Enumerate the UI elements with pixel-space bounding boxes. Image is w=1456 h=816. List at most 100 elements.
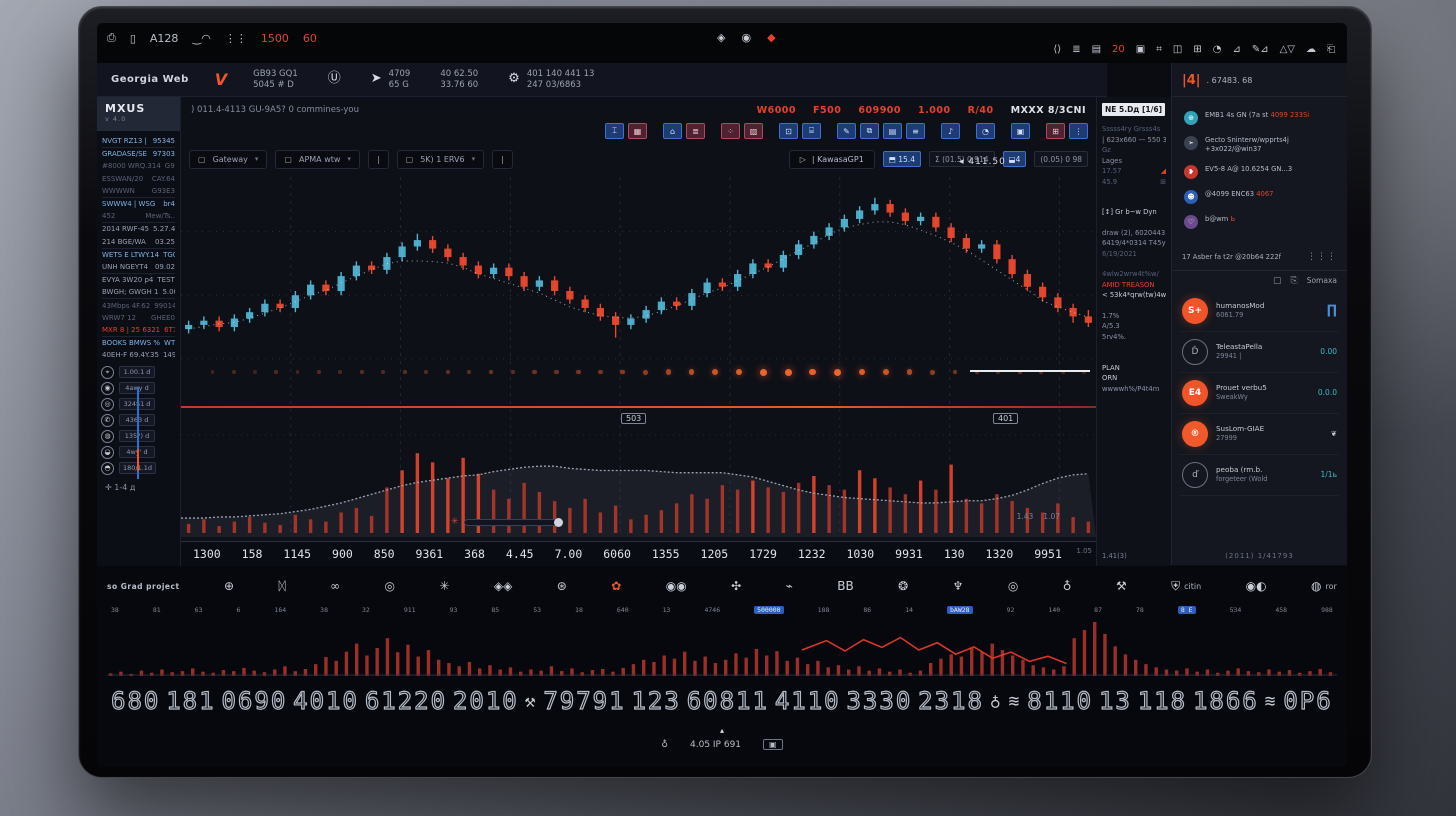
somaxa-label[interactable]: Somaxa bbox=[1307, 276, 1337, 285]
sidebar-scrollbar[interactable] bbox=[137, 387, 139, 479]
chart-dropdown[interactable]: ▢Gateway▾ bbox=[189, 150, 267, 169]
watchlist-row[interactable]: EVYA 3W20 p4TESTD bbox=[102, 273, 175, 286]
chart-tool-button[interactable]: ⧉ bbox=[860, 123, 879, 139]
status-right-icon[interactable]: ☁ bbox=[1306, 44, 1316, 55]
rune-icon[interactable]: ᛞ bbox=[278, 579, 285, 593]
double-badge-icon[interactable]: ◈◈ bbox=[494, 579, 512, 593]
time-axis[interactable]: 1300158114590085093613684.457.0060601355… bbox=[181, 541, 1096, 566]
status-right-icon[interactable]: △▽ bbox=[1280, 44, 1295, 55]
bb-icon[interactable]: BB bbox=[837, 579, 853, 593]
sun-icon[interactable]: ❂ bbox=[898, 579, 908, 593]
header-stat-icon[interactable]: ➤ bbox=[371, 71, 382, 87]
chart-tool-button[interactable]: ▨ bbox=[744, 123, 763, 139]
chart-tool-button[interactable]: ⁘ bbox=[721, 123, 740, 139]
status-right-icon[interactable]: ◔ bbox=[1213, 44, 1222, 55]
watchlist-row[interactable]: UNH NGEYT409.02 bbox=[102, 261, 175, 273]
chart-tool-button[interactable]: ✎ bbox=[837, 123, 856, 139]
chart-tool-button[interactable]: ⌶ bbox=[605, 123, 624, 139]
watchlist-row[interactable]: BWGH; GWGH 15.005 bbox=[102, 286, 175, 298]
holding-row[interactable]: ďpeoba (rm.b.forgeteer (Wold1/1ь bbox=[1180, 455, 1339, 496]
infinity-icon[interactable]: ∞ bbox=[330, 579, 340, 593]
watchlist-row[interactable]: #8000 WRQ.314G93E3 bbox=[102, 160, 175, 172]
hammer-icon[interactable]: ⚒ bbox=[1116, 579, 1127, 593]
globe-icon[interactable]: ♁ bbox=[661, 740, 668, 750]
flame-icon[interactable]: ✿ bbox=[611, 579, 621, 593]
watchlist-row[interactable]: BOOKS BMWS %WTEB bbox=[102, 336, 175, 349]
stack-icon[interactable]: ≋ bbox=[1009, 691, 1022, 712]
tick-chip[interactable]: 500000 bbox=[754, 606, 783, 614]
chart-dropdown[interactable]: | bbox=[492, 150, 513, 169]
chart-tool-button[interactable]: ≣ bbox=[686, 123, 705, 139]
status-right-icon[interactable]: ✎⊿ bbox=[1252, 44, 1269, 55]
watchlist-row[interactable]: 43Mbps 4F.6299014 bbox=[102, 298, 175, 311]
chart-tool-button[interactable]: ▤ bbox=[883, 123, 902, 139]
watchlist-row[interactable]: MXR 8 | 25 63216T140 bbox=[102, 324, 175, 336]
overview-chart[interactable] bbox=[107, 618, 1337, 676]
chart-tool-button[interactable]: ▦ bbox=[628, 123, 647, 139]
tool-icon[interactable]: ◎ bbox=[101, 398, 114, 411]
notification-item[interactable]: ♡b@wm Ь bbox=[1184, 215, 1339, 229]
status-right-icon[interactable]: ⊞ bbox=[1193, 44, 1201, 55]
scrubber-track[interactable] bbox=[464, 519, 560, 526]
chart-tool-button[interactable]: ◔ bbox=[976, 123, 995, 139]
notification-item[interactable]: ⊕EMB1 4s GN (7a st 4099 233Si bbox=[1184, 111, 1339, 125]
tool-icon[interactable]: ◍ bbox=[101, 430, 114, 443]
spark-icon[interactable]: ✣ bbox=[731, 579, 741, 593]
flower-icon[interactable]: ⊛ bbox=[557, 579, 567, 593]
tick-chip[interactable]: 8 E bbox=[1178, 606, 1196, 614]
timeline-scrubber[interactable]: ✳ bbox=[451, 517, 560, 527]
watchlist-row[interactable]: ESSWAN/20CAY.64 bbox=[102, 173, 175, 185]
settings-badge-icon[interactable]: ◉ bbox=[741, 31, 751, 44]
tool-icon[interactable]: ◉ bbox=[101, 382, 114, 395]
globe-icon[interactable]: ♁ bbox=[990, 691, 1003, 712]
shield-icon[interactable]: ⛨citin bbox=[1171, 579, 1201, 594]
watchlist-row[interactable]: GRADASE/SE97303 bbox=[102, 147, 175, 160]
notification-item[interactable]: ➣Gecto Sninterw/wpprts4j +3x022/@win37 bbox=[1184, 136, 1339, 154]
watchlist-row[interactable]: WRW7 12GHEE0 bbox=[102, 312, 175, 324]
chart-tool-button[interactable]: ▣ bbox=[1011, 123, 1030, 139]
watchlist-row[interactable]: SWWW4 | WSGbr4 bbox=[102, 197, 175, 210]
phone-icon[interactable]: ▯ bbox=[130, 32, 136, 45]
orb-icon[interactable]: ◍ror bbox=[1311, 579, 1337, 593]
grid-icon[interactable]: ⋮⋮⋮ bbox=[1307, 252, 1337, 262]
stack-icon[interactable]: ≋ bbox=[1265, 691, 1278, 712]
watchlist-row[interactable]: WWWWNG93E3 bbox=[102, 185, 175, 197]
header-stat-icon[interactable]: Ⓤ bbox=[328, 71, 341, 87]
copy-icon[interactable]: ⎘ bbox=[1291, 276, 1299, 286]
chart-dropdown[interactable]: ▢5K) 1 ERV6▾ bbox=[397, 150, 484, 169]
status-right-icon[interactable]: ◫ bbox=[1173, 44, 1182, 55]
chart-tool-button[interactable]: ⌂ bbox=[663, 123, 682, 139]
sidebar-header[interactable]: MXUS v 4.0 bbox=[97, 97, 180, 131]
info-header-chip[interactable]: NE 5.Dд [1/6] bbox=[1102, 103, 1165, 116]
sidebar-tool[interactable]: ⌖1.00.1 d bbox=[101, 364, 176, 380]
watchlist-row[interactable]: 452Mew/Ts.. bbox=[102, 210, 175, 222]
target-icon[interactable]: ◎ bbox=[385, 579, 395, 593]
chart-dropdown[interactable]: | bbox=[368, 150, 389, 169]
badge-icon[interactable]: ◈ bbox=[717, 31, 725, 44]
chart-tool-button[interactable]: ⊞ bbox=[1046, 123, 1065, 139]
phase-icon[interactable]: ◉◐ bbox=[1246, 579, 1267, 593]
info-line-icon[interactable]: ⊞ bbox=[1160, 177, 1166, 188]
status-right-icon[interactable]: ⎗ bbox=[1327, 44, 1335, 55]
menu-icon[interactable]: ⋮⋮ bbox=[225, 32, 247, 45]
indicator-panel[interactable]: ✳ 1.431.07 503401 bbox=[181, 409, 1096, 537]
filter-chip[interactable]: (0.05) 0 98 bbox=[1034, 151, 1088, 167]
tool-icon[interactable]: ✆ bbox=[101, 414, 114, 427]
watchlist-row[interactable]: 40EH-F 69.4Y.35149/4 bbox=[102, 349, 175, 361]
watchlist-row[interactable]: NVGT RZ13 |95345 bbox=[102, 135, 175, 147]
printer-icon[interactable]: ⎙ bbox=[107, 31, 116, 45]
status-right-icon[interactable]: ▤ bbox=[1092, 44, 1101, 55]
earth-icon[interactable]: ♁ bbox=[1063, 579, 1072, 593]
scrubber-thumb[interactable] bbox=[554, 518, 563, 527]
holding-row[interactable]: E4Prouet verbu5SweakWy0.0.0 bbox=[1180, 373, 1339, 414]
search-input[interactable]: ▷| KawasaGP1 bbox=[789, 150, 875, 169]
watchlist-row[interactable]: 214 BGE/WA03.25 bbox=[102, 236, 175, 248]
tool-icon[interactable]: ◓ bbox=[101, 462, 114, 475]
watchlist-row[interactable]: 2014 RWF-455.27.4 bbox=[102, 222, 175, 235]
trident-icon[interactable]: ♆ bbox=[953, 579, 964, 593]
chart-tool-button[interactable]: ⋮ bbox=[1069, 123, 1088, 139]
tick-chip[interactable]: bAW28 bbox=[947, 606, 973, 614]
signal-icon[interactable]: ⌁ bbox=[786, 579, 793, 593]
hammer-icon[interactable]: ⚒ bbox=[525, 691, 538, 712]
status-right-icon[interactable]: 20 bbox=[1112, 44, 1125, 55]
